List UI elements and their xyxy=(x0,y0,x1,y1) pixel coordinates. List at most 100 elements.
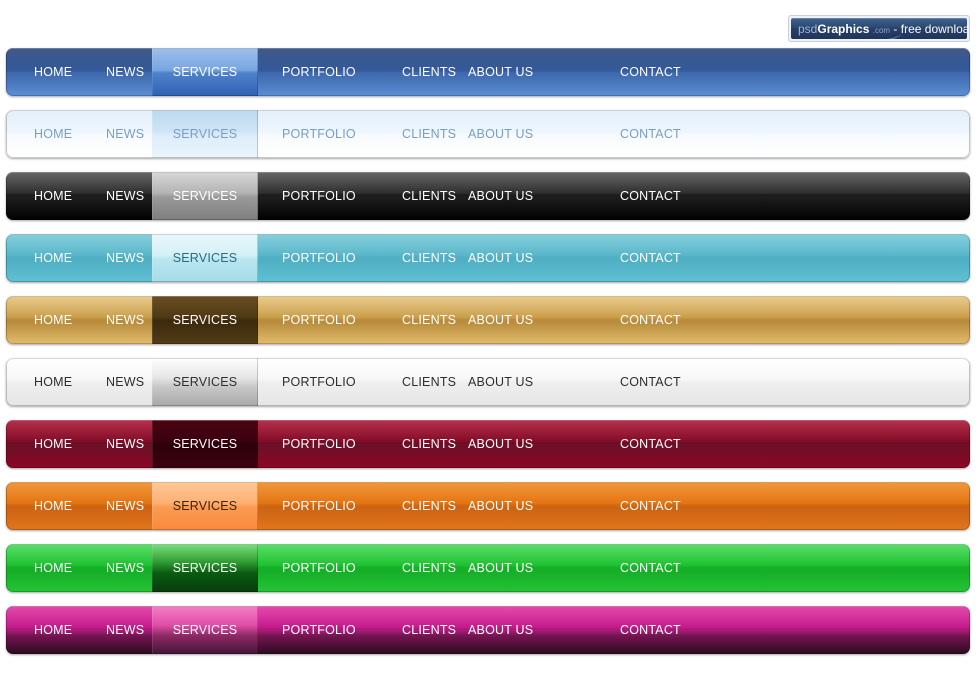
nav-item-contact[interactable]: CONTACT xyxy=(574,48,970,96)
nav-item-news[interactable]: NEWS xyxy=(76,606,152,654)
nav-item-portfolio[interactable]: PORTFOLIO xyxy=(258,420,362,468)
nav-item-portfolio[interactable]: PORTFOLIO xyxy=(258,172,362,220)
nav-item-about-us[interactable]: ABOUT US xyxy=(468,296,574,344)
nav-item-label: HOME xyxy=(34,498,73,513)
navbar-blue: HOME NEWS SERVICES PORTFOLIO CLIENTS ABOUT US… xyxy=(6,48,970,96)
nav-item-clients[interactable]: CLIENTS xyxy=(362,48,468,96)
navbar-menu: HOME NEWS SERVICES PORTFOLIO CLIENTS ABOUT US… xyxy=(6,606,970,654)
badge-text: psdGraphics .com - free download xyxy=(791,23,967,35)
nav-item-portfolio[interactable]: PORTFOLIO xyxy=(258,544,362,592)
nav-item-about-us[interactable]: ABOUT US xyxy=(468,606,574,654)
nav-item-label: CLIENTS xyxy=(402,560,457,575)
nav-item-portfolio[interactable]: PORTFOLIO xyxy=(258,358,362,406)
nav-item-home[interactable]: HOME xyxy=(6,296,76,344)
nav-item-about-us[interactable]: ABOUT US xyxy=(468,544,574,592)
navbar-menu: HOME NEWS SERVICES PORTFOLIO CLIENTS ABOUT US… xyxy=(6,172,970,220)
nav-item-contact[interactable]: CONTACT xyxy=(574,234,970,282)
nav-item-portfolio[interactable]: PORTFOLIO xyxy=(258,606,362,654)
nav-item-services[interactable]: SERVICES xyxy=(152,544,258,592)
nav-item-services[interactable]: SERVICES xyxy=(152,234,258,282)
nav-item-home[interactable]: HOME xyxy=(6,110,76,158)
nav-item-contact[interactable]: CONTACT xyxy=(574,544,970,592)
nav-item-about-us[interactable]: ABOUT US xyxy=(468,48,574,96)
nav-item-news[interactable]: NEWS xyxy=(76,110,152,158)
nav-item-services[interactable]: SERVICES xyxy=(152,420,258,468)
nav-item-label: CONTACT xyxy=(620,560,681,575)
nav-item-clients[interactable]: CLIENTS xyxy=(362,296,468,344)
nav-item-label: CLIENTS xyxy=(402,312,457,327)
nav-item-about-us[interactable]: ABOUT US xyxy=(468,358,574,406)
nav-item-news[interactable]: NEWS xyxy=(76,420,152,468)
nav-item-label: HOME xyxy=(34,374,73,389)
nav-item-home[interactable]: HOME xyxy=(6,48,76,96)
badge-text-graphics: Graphics xyxy=(817,21,870,36)
nav-item-services[interactable]: SERVICES xyxy=(152,358,258,406)
nav-item-label: NEWS xyxy=(106,64,145,79)
nav-item-about-us[interactable]: ABOUT US xyxy=(468,482,574,530)
nav-item-contact[interactable]: CONTACT xyxy=(574,358,970,406)
nav-item-services[interactable]: SERVICES xyxy=(152,48,258,96)
nav-item-clients[interactable]: CLIENTS xyxy=(362,544,468,592)
nav-item-label: HOME xyxy=(34,188,73,203)
nav-item-label: ABOUT US xyxy=(468,560,534,575)
navbar-gold: HOME NEWS SERVICES PORTFOLIO CLIENTS ABOUT US… xyxy=(6,296,970,344)
nav-item-about-us[interactable]: ABOUT US xyxy=(468,420,574,468)
nav-item-contact[interactable]: CONTACT xyxy=(574,296,970,344)
nav-item-news[interactable]: NEWS xyxy=(76,482,152,530)
nav-item-label: SERVICES xyxy=(172,126,238,141)
nav-item-portfolio[interactable]: PORTFOLIO xyxy=(258,48,362,96)
nav-item-clients[interactable]: CLIENTS xyxy=(362,358,468,406)
nav-item-home[interactable]: HOME xyxy=(6,420,76,468)
nav-item-clients[interactable]: CLIENTS xyxy=(362,172,468,220)
badge-frame: psdGraphics .com - free download xyxy=(788,15,970,42)
nav-item-portfolio[interactable]: PORTFOLIO xyxy=(258,482,362,530)
nav-item-news[interactable]: NEWS xyxy=(76,544,152,592)
nav-item-label: CONTACT xyxy=(620,436,681,451)
nav-item-home[interactable]: HOME xyxy=(6,172,76,220)
nav-item-label: SERVICES xyxy=(172,188,238,203)
nav-item-label: CLIENTS xyxy=(402,374,457,389)
nav-item-services[interactable]: SERVICES xyxy=(152,110,258,158)
nav-item-contact[interactable]: CONTACT xyxy=(574,606,970,654)
nav-item-contact[interactable]: CONTACT xyxy=(574,172,970,220)
psdgraphics-badge[interactable]: psdGraphics .com - free download xyxy=(788,15,970,42)
nav-item-portfolio[interactable]: PORTFOLIO xyxy=(258,296,362,344)
nav-item-label: CLIENTS xyxy=(402,188,457,203)
navbar-row: HOME NEWS SERVICES PORTFOLIO CLIENTS ABOUT US… xyxy=(0,296,978,358)
nav-item-contact[interactable]: CONTACT xyxy=(574,110,970,158)
navbar-row: HOME NEWS SERVICES PORTFOLIO CLIENTS ABOUT US… xyxy=(0,234,978,296)
navbar-row: HOME NEWS SERVICES PORTFOLIO CLIENTS ABOUT US… xyxy=(0,544,978,606)
nav-item-about-us[interactable]: ABOUT US xyxy=(468,234,574,282)
nav-item-services[interactable]: SERVICES xyxy=(152,482,258,530)
nav-item-portfolio[interactable]: PORTFOLIO xyxy=(258,234,362,282)
nav-item-about-us[interactable]: ABOUT US xyxy=(468,172,574,220)
nav-item-clients[interactable]: CLIENTS xyxy=(362,420,468,468)
nav-item-home[interactable]: HOME xyxy=(6,482,76,530)
nav-item-news[interactable]: NEWS xyxy=(76,172,152,220)
nav-item-home[interactable]: HOME xyxy=(6,544,76,592)
nav-item-news[interactable]: NEWS xyxy=(76,234,152,282)
nav-item-home[interactable]: HOME xyxy=(6,234,76,282)
nav-item-clients[interactable]: CLIENTS xyxy=(362,110,468,158)
navbar-row: HOME NEWS SERVICES PORTFOLIO CLIENTS ABOUT US… xyxy=(0,482,978,544)
navbar-green: HOME NEWS SERVICES PORTFOLIO CLIENTS ABOUT US… xyxy=(6,544,970,592)
nav-item-label: CONTACT xyxy=(620,126,681,141)
nav-item-home[interactable]: HOME xyxy=(6,358,76,406)
nav-item-contact[interactable]: CONTACT xyxy=(574,482,970,530)
nav-item-contact[interactable]: CONTACT xyxy=(574,420,970,468)
nav-item-home[interactable]: HOME xyxy=(6,606,76,654)
nav-item-services[interactable]: SERVICES xyxy=(152,606,258,654)
nav-item-clients[interactable]: CLIENTS xyxy=(362,606,468,654)
badge-text-psd: psd xyxy=(798,21,818,36)
nav-item-news[interactable]: NEWS xyxy=(76,296,152,344)
nav-item-services[interactable]: SERVICES xyxy=(152,172,258,220)
nav-item-label: CLIENTS xyxy=(402,64,457,79)
nav-item-clients[interactable]: CLIENTS xyxy=(362,482,468,530)
nav-item-news[interactable]: NEWS xyxy=(76,48,152,96)
nav-item-clients[interactable]: CLIENTS xyxy=(362,234,468,282)
navbar-orange: HOME NEWS SERVICES PORTFOLIO CLIENTS ABOUT US… xyxy=(6,482,970,530)
nav-item-services[interactable]: SERVICES xyxy=(152,296,258,344)
nav-item-portfolio[interactable]: PORTFOLIO xyxy=(258,110,362,158)
nav-item-about-us[interactable]: ABOUT US xyxy=(468,110,574,158)
nav-item-news[interactable]: NEWS xyxy=(76,358,152,406)
